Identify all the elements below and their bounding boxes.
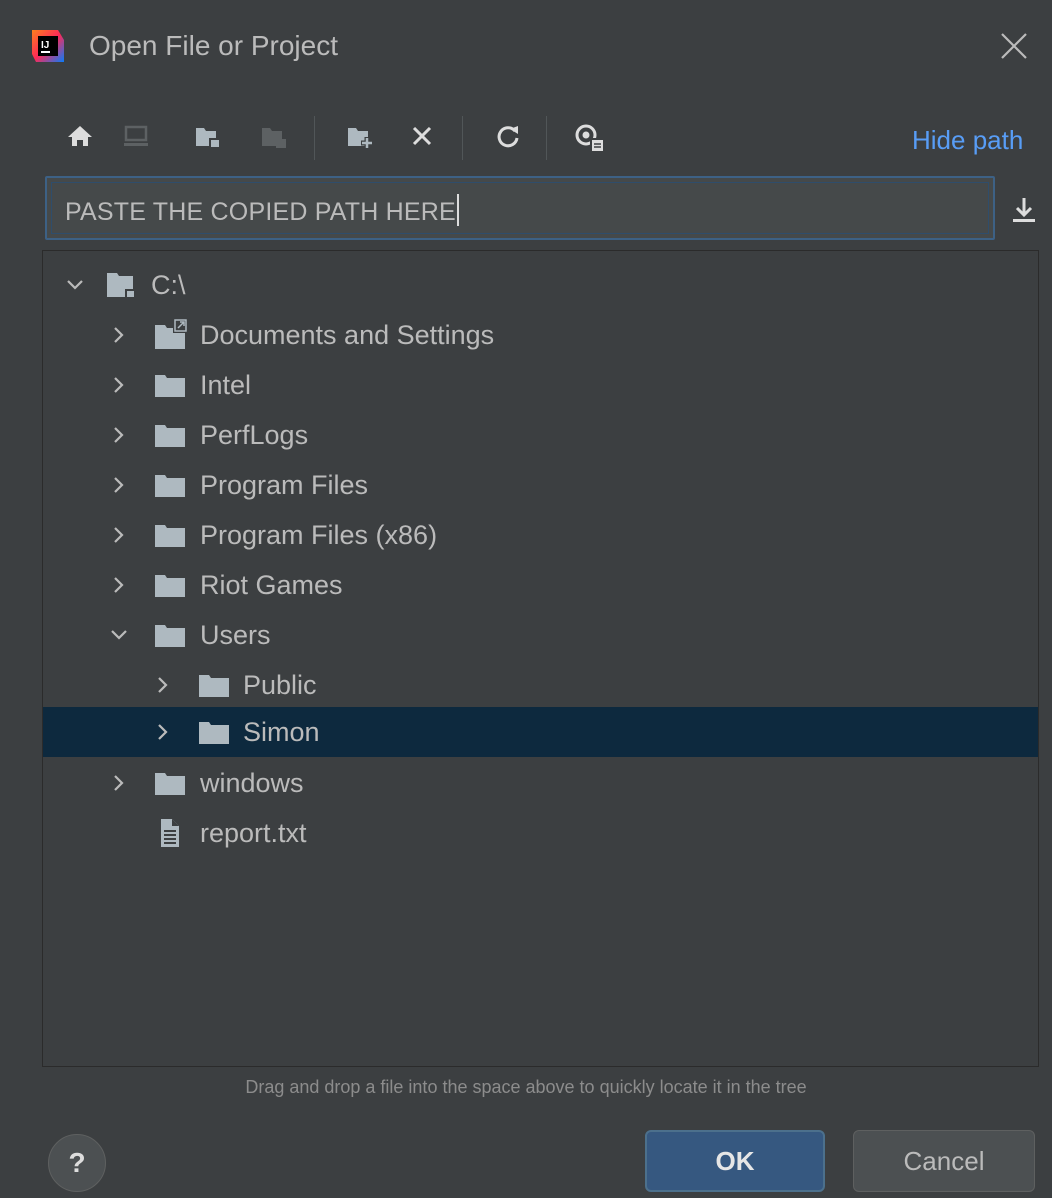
tree-item-label: Riot Games xyxy=(200,570,343,600)
folder-icon xyxy=(153,519,189,551)
tree-item-windows[interactable]: windows xyxy=(43,758,1038,808)
chevron-right-icon[interactable] xyxy=(151,720,175,744)
hide-path-link[interactable]: Hide path xyxy=(912,124,1023,156)
chevron-right-icon[interactable] xyxy=(107,473,131,497)
chevron-down-icon[interactable] xyxy=(63,273,87,297)
chevron-right-icon[interactable] xyxy=(107,573,131,597)
tree-item-riot-games[interactable]: Riot Games xyxy=(43,560,1038,610)
chevron-right-icon[interactable] xyxy=(151,673,175,697)
symlink-folder-icon xyxy=(153,319,189,351)
text-file-icon xyxy=(155,817,191,849)
drive-icon xyxy=(105,269,141,301)
chevron-right-icon[interactable] xyxy=(107,771,131,795)
tree-item-program-files-x86[interactable]: Program Files (x86) xyxy=(43,510,1038,560)
refresh-icon[interactable] xyxy=(488,112,528,162)
file-chooser-toolbar xyxy=(60,112,1040,162)
tree-item-users[interactable]: Users xyxy=(43,610,1038,660)
svg-text:IJ: IJ xyxy=(41,40,49,51)
chevron-right-icon[interactable] xyxy=(107,423,131,447)
tree-item-label: Program Files (x86) xyxy=(200,520,438,550)
tree-item-label: Public xyxy=(243,670,317,700)
tree-item-label: Documents and Settings xyxy=(200,320,495,350)
folder-icon xyxy=(153,419,189,451)
path-input[interactable]: PASTE THE COPIED PATH HERE xyxy=(45,176,995,240)
close-icon[interactable] xyxy=(996,28,1032,64)
new-folder-icon[interactable] xyxy=(340,112,380,162)
tree-item-report-txt[interactable]: report.txt xyxy=(43,808,1038,858)
project-folder-icon[interactable] xyxy=(188,112,228,162)
tree-item-label: windows xyxy=(200,768,304,798)
chevron-right-icon[interactable] xyxy=(107,523,131,547)
folder-icon xyxy=(197,669,233,701)
tree-item-intel[interactable]: Intel xyxy=(43,360,1038,410)
tree-item-public[interactable]: Public xyxy=(43,660,1038,710)
file-tree[interactable]: C:\ Documents and Settings Intel PerfLog… xyxy=(42,250,1039,1067)
download-icon[interactable] xyxy=(1007,190,1041,230)
tree-item-label: C:\ xyxy=(151,270,186,300)
intellij-idea-icon: IJ xyxy=(30,28,66,64)
text-caret xyxy=(456,194,459,226)
tree-item-c-drive[interactable]: C:\ xyxy=(43,260,1038,310)
ok-button[interactable]: OK xyxy=(645,1130,825,1192)
tree-item-label: PerfLogs xyxy=(200,420,309,450)
folder-icon xyxy=(153,569,189,601)
tree-item-label: Program Files xyxy=(200,470,369,500)
folder-icon xyxy=(197,716,233,748)
module-folder-icon[interactable] xyxy=(254,112,294,162)
toolbar-separator xyxy=(546,116,547,160)
title-bar: IJ Open File or Project xyxy=(0,0,1052,92)
path-input-value: PASTE THE COPIED PATH HERE xyxy=(65,194,459,227)
chevron-right-icon[interactable] xyxy=(107,373,131,397)
tree-item-simon[interactable]: Simon xyxy=(43,707,1038,757)
window-title: Open File or Project xyxy=(89,30,338,61)
folder-icon xyxy=(153,767,189,799)
show-hidden-icon[interactable] xyxy=(570,112,610,162)
chevron-right-icon[interactable] xyxy=(107,323,131,347)
desktop-icon[interactable] xyxy=(116,112,156,162)
toolbar-separator xyxy=(314,116,315,160)
help-button[interactable]: ? xyxy=(48,1134,106,1192)
chevron-down-icon[interactable] xyxy=(107,623,131,647)
tree-item-label: Users xyxy=(200,620,271,650)
tree-item-perflogs[interactable]: PerfLogs xyxy=(43,410,1038,460)
folder-icon xyxy=(153,469,189,501)
tree-item-documents-and-settings[interactable]: Documents and Settings xyxy=(43,310,1038,360)
tree-item-label: report.txt xyxy=(200,818,307,848)
tree-item-label: Intel xyxy=(200,370,252,400)
toolbar-separator xyxy=(462,116,463,160)
cancel-button[interactable]: Cancel xyxy=(853,1130,1035,1192)
folder-icon xyxy=(153,369,189,401)
tree-item-label: Simon xyxy=(243,717,320,747)
folder-icon xyxy=(153,619,189,651)
tree-item-program-files[interactable]: Program Files xyxy=(43,460,1038,510)
drag-drop-hint: Drag and drop a file into the space abov… xyxy=(245,1077,807,1097)
delete-icon[interactable] xyxy=(402,112,442,162)
home-icon[interactable] xyxy=(60,112,100,162)
